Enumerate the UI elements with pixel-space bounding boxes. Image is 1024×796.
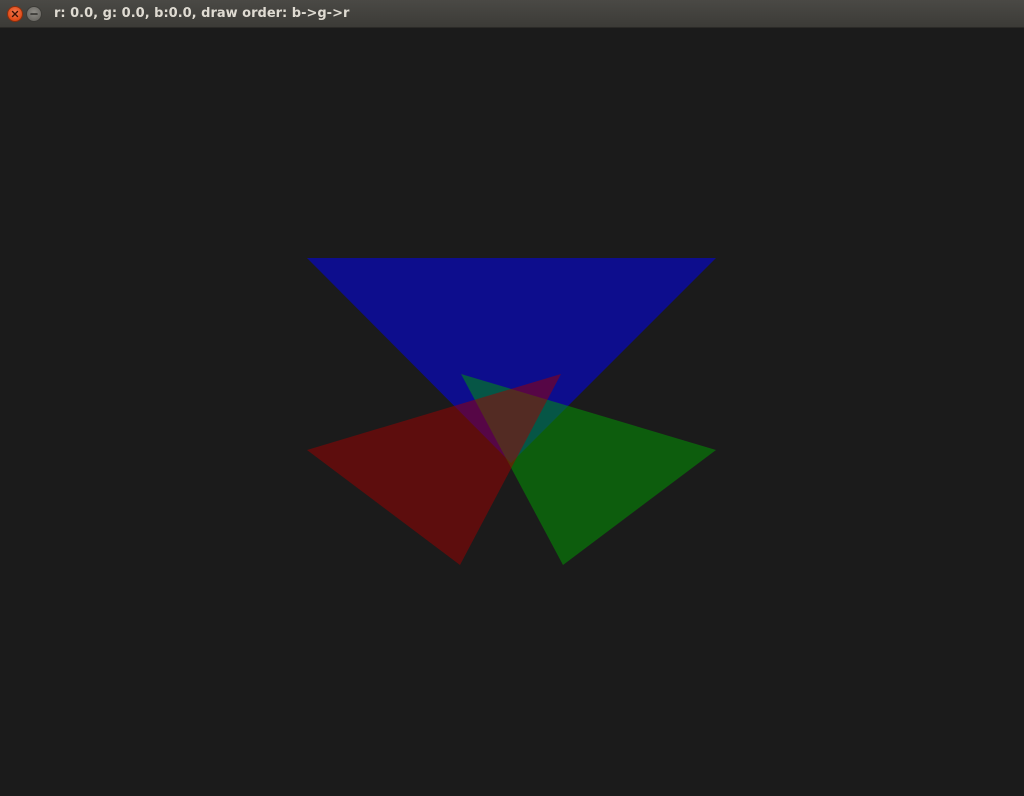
render-canvas bbox=[0, 28, 1024, 796]
title-bar[interactable]: r: 0.0, g: 0.0, b:0.0, draw order: b->g-… bbox=[0, 0, 1024, 28]
minimize-button[interactable] bbox=[26, 6, 42, 22]
close-button[interactable] bbox=[7, 6, 23, 22]
app-window: r: 0.0, g: 0.0, b:0.0, draw order: b->g-… bbox=[0, 0, 1024, 796]
minimize-icon bbox=[30, 13, 38, 15]
close-icon bbox=[11, 10, 19, 18]
window-title: r: 0.0, g: 0.0, b:0.0, draw order: b->g-… bbox=[54, 6, 350, 21]
